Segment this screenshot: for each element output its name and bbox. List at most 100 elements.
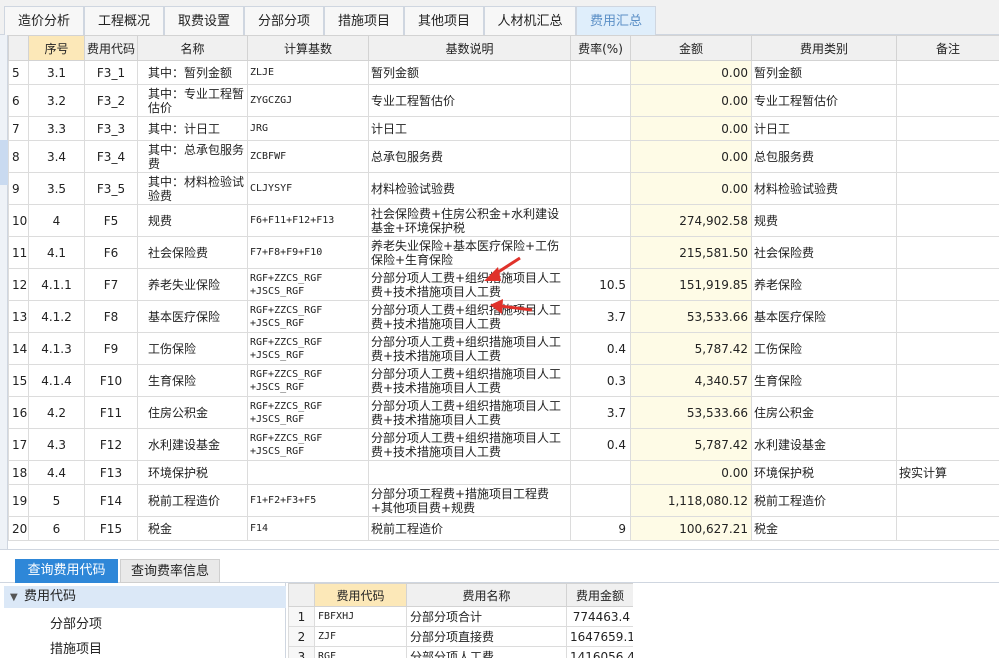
code-cell[interactable]: F10: [84, 364, 138, 397]
amount-cell[interactable]: 53,533.66: [630, 396, 752, 429]
seq-cell[interactable]: 4.3: [28, 428, 85, 461]
fee-header-code[interactable]: 费用代码: [314, 583, 407, 607]
fee-code-row[interactable]: 2ZJF分部分项直接费1647659.18: [288, 626, 633, 647]
table-row[interactable]: 11 4.1 F6 社会保险费 F7+F8+F9+F10 养老失业保险+基本医疗保险+工伤…: [8, 236, 999, 269]
rate-cell[interactable]: [570, 460, 631, 485]
table-row[interactable]: 10 4 F5 规费 F6+F11+F12+F13 社会保险费+住房公积金+水利建设基金+…: [8, 204, 999, 237]
row-number-cell[interactable]: 19: [8, 484, 29, 517]
table-row[interactable]: 13 4.1.2 F8 基本医疗保险 RGF+ZZCS_RGF +JSCS_RGF 分部分…: [8, 300, 999, 333]
fee-name-cell[interactable]: 分部分项合计: [406, 606, 567, 627]
seq-cell[interactable]: 3.5: [28, 172, 85, 205]
note-cell[interactable]: [896, 140, 999, 173]
name-cell[interactable]: 规费: [137, 204, 248, 237]
code-cell[interactable]: F3_2: [84, 84, 138, 117]
code-cell[interactable]: F15: [84, 516, 138, 541]
note-cell[interactable]: [896, 116, 999, 141]
header-note[interactable]: 备注: [896, 35, 999, 61]
row-number-cell[interactable]: 5: [8, 60, 29, 85]
desc-cell[interactable]: 计日工: [368, 116, 571, 141]
note-cell[interactable]: [896, 364, 999, 397]
note-cell[interactable]: [896, 332, 999, 365]
category-cell[interactable]: 基本医疗保险: [751, 300, 897, 333]
header-name[interactable]: 名称: [137, 35, 248, 61]
tree-item-measures[interactable]: 措施项目: [50, 638, 102, 657]
tab-cost-summary[interactable]: 费用汇总: [576, 6, 656, 35]
rate-cell[interactable]: [570, 172, 631, 205]
base-cell[interactable]: ZYGCZGJ: [247, 84, 369, 117]
base-cell[interactable]: RGF+ZZCS_RGF +JSCS_RGF: [247, 364, 369, 397]
name-cell[interactable]: 住房公积金: [137, 396, 248, 429]
rate-cell[interactable]: [570, 84, 631, 117]
table-row[interactable]: 5 3.1 F3_1 其中：暂列金额 ZLJE 暂列金额 0.00 暂列金额: [8, 60, 999, 85]
fee-code-cell[interactable]: RGF: [314, 646, 407, 658]
category-cell[interactable]: 住房公积金: [751, 396, 897, 429]
seq-cell[interactable]: 3.1: [28, 60, 85, 85]
row-number-cell[interactable]: 15: [8, 364, 29, 397]
tab-query-fee-code[interactable]: 查询费用代码: [15, 559, 118, 583]
table-row[interactable]: 9 3.5 F3_5 其中：材料检验试验费 CLJYSYF 材料检验试验费 0.00 材料检验…: [8, 172, 999, 205]
base-cell[interactable]: F14: [247, 516, 369, 541]
category-cell[interactable]: 税前工程造价: [751, 484, 897, 517]
fee-header-name[interactable]: 费用名称: [406, 583, 567, 607]
base-cell[interactable]: RGF+ZZCS_RGF +JSCS_RGF: [247, 300, 369, 333]
seq-cell[interactable]: 4: [28, 204, 85, 237]
name-cell[interactable]: 税金: [137, 516, 248, 541]
table-row[interactable]: 8 3.4 F3_4 其中：总承包服务费 ZCBFWF 总承包服务费 0.00 总包服务费: [8, 140, 999, 173]
fee-amount-cell[interactable]: 774463.4: [566, 606, 633, 627]
base-cell[interactable]: RGF+ZZCS_RGF +JSCS_RGF: [247, 332, 369, 365]
code-cell[interactable]: F9: [84, 332, 138, 365]
base-cell[interactable]: RGF+ZZCS_RGF +JSCS_RGF: [247, 428, 369, 461]
tree-root-fee-code[interactable]: ▼ 费用代码: [4, 586, 286, 608]
desc-cell[interactable]: 暂列金额: [368, 60, 571, 85]
desc-cell[interactable]: 材料检验试验费: [368, 172, 571, 205]
rate-cell[interactable]: 0.3: [570, 364, 631, 397]
left-splitter[interactable]: [0, 35, 8, 549]
row-number-cell[interactable]: 18: [8, 460, 29, 485]
category-cell[interactable]: 工伤保险: [751, 332, 897, 365]
fee-header-amount[interactable]: 费用金额: [566, 583, 633, 607]
rate-cell[interactable]: 9: [570, 516, 631, 541]
seq-cell[interactable]: 3.3: [28, 116, 85, 141]
rate-cell[interactable]: [570, 204, 631, 237]
code-cell[interactable]: F3_5: [84, 172, 138, 205]
fee-code-cell[interactable]: FBFXHJ: [314, 606, 407, 627]
code-cell[interactable]: F14: [84, 484, 138, 517]
note-cell[interactable]: [896, 268, 999, 301]
category-cell[interactable]: 总包服务费: [751, 140, 897, 173]
name-cell[interactable]: 其中：计日工: [137, 116, 248, 141]
category-cell[interactable]: 暂列金额: [751, 60, 897, 85]
tree-item-sub-items[interactable]: 分部分项: [50, 613, 102, 632]
amount-cell[interactable]: 0.00: [630, 140, 752, 173]
note-cell[interactable]: [896, 396, 999, 429]
category-cell[interactable]: 生育保险: [751, 364, 897, 397]
table-row[interactable]: 20 6 F15 税金 F14 税前工程造价 9 100,627.21 税金: [8, 516, 999, 541]
desc-cell[interactable]: 分部分项人工费+组织措施项目人工费+技术措施项目人工费: [368, 428, 571, 461]
table-row[interactable]: 18 4.4 F13 环境保护税 0.00 环境保护税 按实计算: [8, 460, 999, 485]
note-cell[interactable]: [896, 204, 999, 237]
name-cell[interactable]: 工伤保险: [137, 332, 248, 365]
row-number-cell[interactable]: 10: [8, 204, 29, 237]
row-number-cell[interactable]: 11: [8, 236, 29, 269]
amount-cell[interactable]: 5,787.42: [630, 428, 752, 461]
rate-cell[interactable]: [570, 116, 631, 141]
fee-code-cell[interactable]: ZJF: [314, 626, 407, 647]
name-cell[interactable]: 水利建设基金: [137, 428, 248, 461]
note-cell[interactable]: [896, 236, 999, 269]
row-number-cell[interactable]: 8: [8, 140, 29, 173]
code-cell[interactable]: F3_3: [84, 116, 138, 141]
rate-cell[interactable]: 10.5: [570, 268, 631, 301]
row-number-cell[interactable]: 6: [8, 84, 29, 117]
amount-cell[interactable]: 100,627.21: [630, 516, 752, 541]
amount-cell[interactable]: 0.00: [630, 172, 752, 205]
table-row[interactable]: 7 3.3 F3_3 其中：计日工 JRG 计日工 0.00 计日工: [8, 116, 999, 141]
row-number-cell[interactable]: 7: [8, 116, 29, 141]
code-cell[interactable]: F12: [84, 428, 138, 461]
note-cell[interactable]: [896, 300, 999, 333]
rate-cell[interactable]: [570, 60, 631, 85]
rate-cell[interactable]: [570, 236, 631, 269]
fee-code-row[interactable]: 1 FBFXHJ 分部分项合计 774463.4: [288, 606, 633, 627]
desc-cell[interactable]: [368, 460, 571, 485]
fee-name-cell[interactable]: 分部分项直接费: [406, 626, 567, 647]
seq-cell[interactable]: 3.2: [28, 84, 85, 117]
note-cell[interactable]: [896, 516, 999, 541]
